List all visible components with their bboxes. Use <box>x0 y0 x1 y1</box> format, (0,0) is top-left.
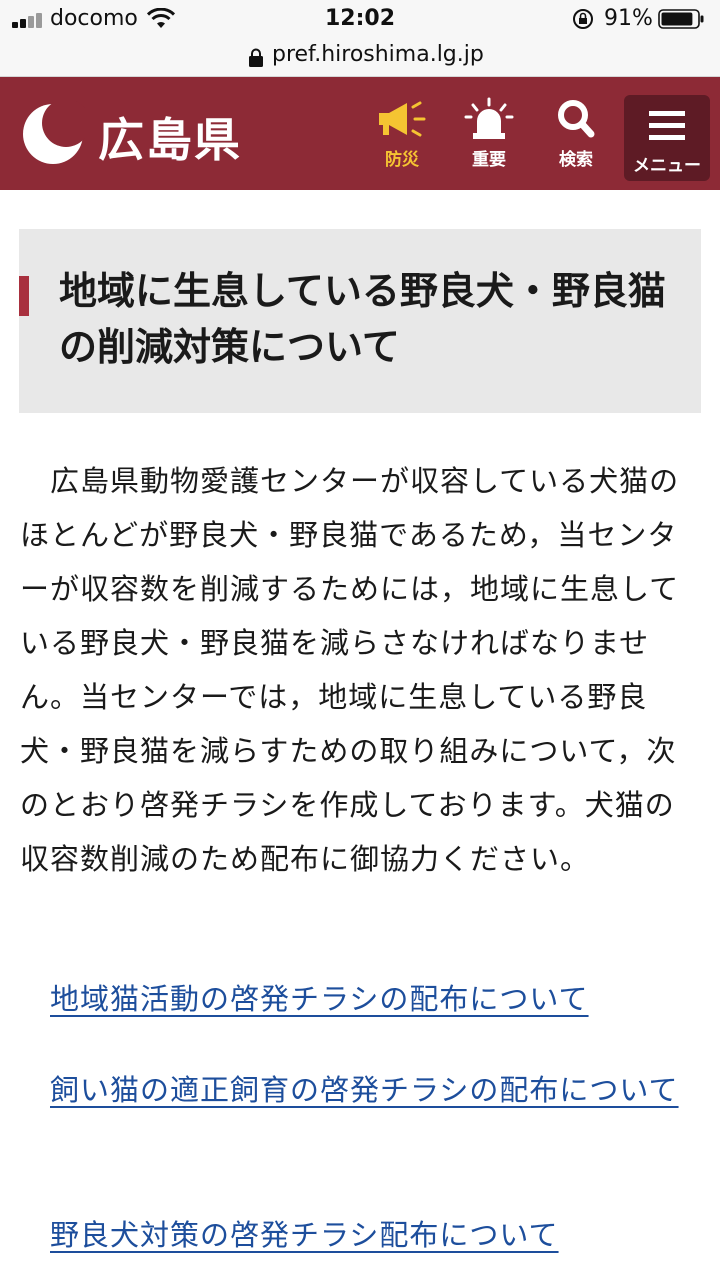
megaphone-icon <box>379 101 426 137</box>
lock-icon <box>249 48 263 67</box>
nav-bosai-button[interactable]: 防災 <box>362 97 442 177</box>
page-title-box: 地域に生息している野良犬・野良猫の削減対策について <box>19 229 701 413</box>
menu-button[interactable]: メニュー <box>624 95 710 181</box>
rotation-lock-icon <box>573 9 593 29</box>
status-bar: docomo 12:02 91% <box>0 0 720 40</box>
page-title: 地域に生息している野良犬・野良猫の削減対策について <box>59 269 666 369</box>
hamburger-menu-icon <box>649 111 685 140</box>
address-bar[interactable]: pref.hiroshima.lg.jp <box>0 40 720 77</box>
alert-siren-icon <box>464 97 514 139</box>
nav-bosai-label: 防災 <box>385 150 419 170</box>
site-header: 広島県 防災 重要 検索 メニュー <box>0 77 720 190</box>
nav-juyo-label: 重要 <box>472 150 506 170</box>
url-text[interactable]: pref.hiroshima.lg.jp <box>272 42 484 67</box>
menu-label: メニュー <box>633 156 701 176</box>
site-logo-text[interactable]: 広島県 <box>98 104 242 170</box>
nav-search-button[interactable]: 検索 <box>536 97 616 177</box>
link-pet-cat-care-flyer[interactable]: 飼い猫の適正飼育の啓発チラシの配布について <box>20 1063 700 1117</box>
nav-juyo-button[interactable]: 重要 <box>449 97 529 177</box>
battery-percent: 91% <box>604 6 653 31</box>
link-community-cat-flyer[interactable]: 地域猫活動の啓発チラシの配布について <box>20 972 700 1026</box>
search-icon <box>558 100 595 138</box>
nav-search-label: 検索 <box>559 150 593 170</box>
title-accent-bar <box>19 276 29 316</box>
battery-icon <box>658 9 704 29</box>
intro-paragraph: 広島県動物愛護センターが収容している犬猫のほとんどが野良犬・野良猫であるため，当… <box>20 464 680 876</box>
link-stray-dog-flyer[interactable]: 野良犬対策の啓発チラシ配布について <box>20 1208 700 1262</box>
hiroshima-logo-icon[interactable] <box>20 101 86 167</box>
